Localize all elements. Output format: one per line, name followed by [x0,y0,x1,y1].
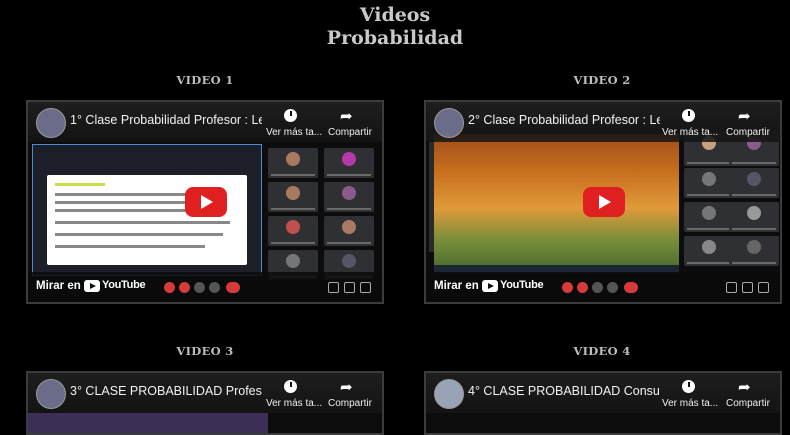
channel-avatar[interactable] [36,108,66,138]
video-1-topbar: 1° Clase Probabilidad Profesor : Leo... … [28,102,382,142]
participant-tile [324,148,374,178]
people-icon [742,282,753,293]
video-3-preview [28,413,268,433]
people-icon [344,282,355,293]
share-label[interactable]: Compartir [328,127,372,138]
channel-avatar[interactable] [434,379,464,409]
video-3-label: VIDEO 3 [176,344,234,358]
chat-icon [360,282,371,293]
chat-icon [758,282,769,293]
video-2-label: VIDEO 2 [573,73,631,87]
share-label[interactable]: Compartir [726,127,770,138]
camera-control-icon [577,282,588,293]
video-4-embed[interactable]: 4° CLASE PROBABILIDAD Consultas... ➦ Ver… [424,371,782,435]
video-4-topbar: 4° CLASE PROBABILIDAD Consultas... ➦ Ver… [426,373,780,413]
video-4-title[interactable]: 4° CLASE PROBABILIDAD Consultas... [468,384,660,398]
participant-tile [729,168,779,198]
info-icon [726,282,737,293]
video-1-bottombar: Mirar en YouTube [28,272,382,302]
participant-tile [268,148,318,178]
page-title: Videos [359,4,431,26]
mic-control-icon [164,282,175,293]
info-icon [328,282,339,293]
participant-tile [729,236,779,266]
mic-control-icon [562,282,573,293]
participant-tile [324,182,374,212]
share-arrow-icon[interactable]: ➦ [340,107,353,125]
participant-tile [684,168,734,198]
channel-avatar[interactable] [434,108,464,138]
watch-later-label[interactable]: Ver más ta... [662,127,718,138]
page-subtitle: Probabilidad [326,27,464,49]
participant-tile [684,236,734,266]
video-2-embed[interactable]: 2° Clase Probabilidad Profesor : Leo... … [424,100,782,304]
clock-icon[interactable] [682,380,695,393]
more-control-icon [607,282,618,293]
video-3-topbar: 3° CLASE PROBABILIDAD Profesor: ... ➦ Ve… [28,373,382,413]
watch-on-label[interactable]: Mirar en [434,280,479,292]
video-1-label: VIDEO 1 [176,73,234,87]
share-arrow-icon[interactable]: ➦ [738,107,751,125]
watch-later-label[interactable]: Ver más ta... [266,398,322,409]
participant-tile [729,202,779,232]
youtube-wordmark: YouTube [102,279,146,291]
share-arrow-icon[interactable]: ➦ [340,378,353,396]
video-1-embed[interactable]: 1° Clase Probabilidad Profesor : Leo... … [26,100,384,304]
play-button-icon[interactable] [185,187,227,217]
camera-control-icon [179,282,190,293]
video-4-label: VIDEO 4 [573,344,631,358]
video-2-bottombar: Mirar en YouTube [426,272,780,302]
clock-icon[interactable] [682,109,695,122]
video-2-topbar: 2° Clase Probabilidad Profesor : Leo... … [426,102,780,142]
share-arrow-icon[interactable]: ➦ [738,378,751,396]
share-label[interactable]: Compartir [328,398,372,409]
watch-later-label[interactable]: Ver más ta... [662,398,718,409]
play-button-icon[interactable] [583,187,625,217]
present-control-icon [194,282,205,293]
clock-icon[interactable] [284,380,297,393]
video-1-screen [32,144,262,276]
watch-later-label[interactable]: Ver más ta... [266,127,322,138]
present-control-icon [592,282,603,293]
video-3-embed[interactable]: 3° CLASE PROBABILIDAD Profesor: ... ➦ Ve… [26,371,384,435]
clock-icon[interactable] [284,109,297,122]
youtube-wordmark: YouTube [500,279,544,291]
video-3-title[interactable]: 3° CLASE PROBABILIDAD Profesor: ... [70,384,262,398]
video-1-title[interactable]: 1° Clase Probabilidad Profesor : Leo... [70,113,262,127]
channel-avatar[interactable] [36,379,66,409]
participant-tile [684,202,734,232]
video-2-title[interactable]: 2° Clase Probabilidad Profesor : Leo... [468,113,660,127]
participant-tile [324,216,374,246]
end-call-icon [624,282,638,293]
more-control-icon [209,282,220,293]
participant-tile [268,182,318,212]
end-call-icon [226,282,240,293]
share-label[interactable]: Compartir [726,398,770,409]
autumn-orchard-wallpaper [434,134,679,269]
watch-on-label[interactable]: Mirar en [36,280,81,292]
participant-tile [268,216,318,246]
